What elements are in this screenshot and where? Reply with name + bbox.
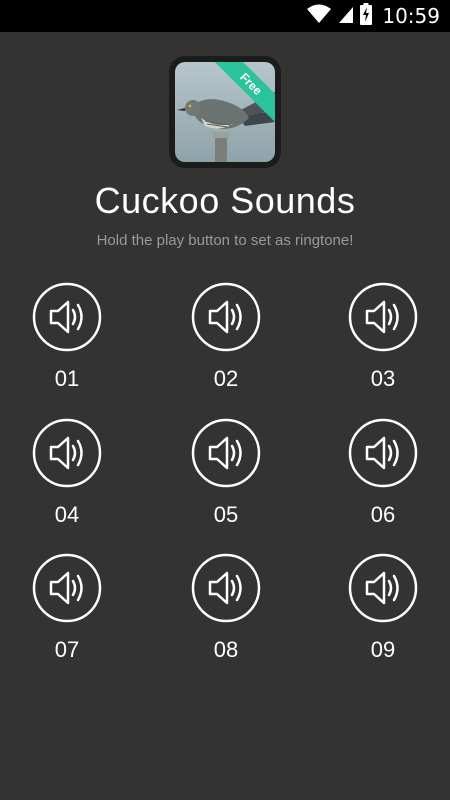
wifi-icon	[306, 4, 332, 29]
speaker-icon	[348, 553, 418, 623]
sound-button-09[interactable]: 09	[338, 553, 428, 663]
sound-button-08[interactable]: 08	[181, 553, 271, 663]
cuckoo-bird-icon	[175, 62, 275, 162]
status-clock: 10:59	[382, 4, 440, 28]
speaker-icon	[191, 282, 261, 352]
cuckoo-bird-image: Free	[175, 62, 275, 162]
sound-label: 05	[213, 502, 239, 527]
sound-button-02[interactable]: 02	[181, 282, 271, 392]
app-title: Cuckoo Sounds	[94, 180, 356, 221]
sound-label: 01	[54, 366, 80, 391]
sound-button-06[interactable]: 06	[338, 418, 428, 528]
sound-label: 04	[54, 502, 80, 527]
status-bar: 10:59	[0, 0, 450, 32]
speaker-icon	[348, 418, 418, 488]
battery-charging-icon	[360, 2, 373, 30]
speaker-icon	[191, 418, 261, 488]
app-subtitle: Hold the play button to set as ringtone!	[96, 232, 354, 249]
sound-label: 07	[54, 637, 80, 662]
status-icons: 10:59	[306, 0, 440, 32]
sound-button-01[interactable]: 01	[22, 282, 112, 392]
sound-button-07[interactable]: 07	[22, 553, 112, 663]
signal-icon	[338, 4, 354, 29]
speaker-icon	[32, 282, 102, 352]
speaker-icon	[348, 282, 418, 352]
sound-button-05[interactable]: 05	[181, 418, 271, 528]
app-icon: Free	[169, 56, 281, 168]
sound-button-04[interactable]: 04	[22, 418, 112, 528]
sound-label: 03	[370, 366, 396, 391]
sound-label: 02	[213, 366, 239, 391]
speaker-icon	[191, 553, 261, 623]
speaker-icon	[32, 418, 102, 488]
sound-label: 08	[213, 637, 239, 662]
app-screen: Free Cuckoo Sounds Hold the play button …	[0, 32, 450, 800]
sound-button-03[interactable]: 03	[338, 282, 428, 392]
sound-label: 06	[370, 502, 396, 527]
sound-label: 09	[370, 637, 396, 662]
speaker-icon	[32, 553, 102, 623]
